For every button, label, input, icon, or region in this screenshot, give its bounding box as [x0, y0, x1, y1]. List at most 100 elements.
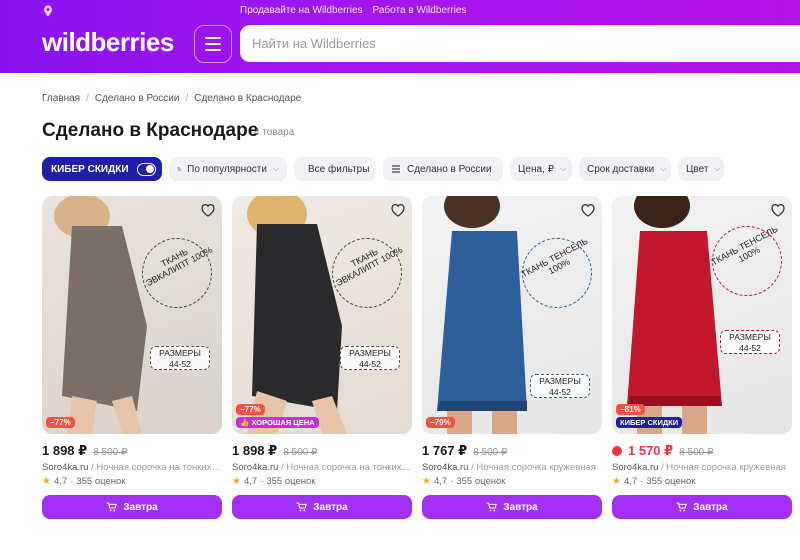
reviews-count: 355 оценок — [266, 476, 316, 487]
sizes-value: 44-52 — [739, 343, 761, 353]
cart-icon — [296, 502, 308, 512]
breadcrumb-made-in-russia[interactable]: Сделано в России — [95, 93, 180, 104]
rating-value: 4,7 — [53, 476, 68, 487]
add-to-cart-label: Завтра — [693, 501, 728, 513]
add-to-cart-label: Завтра — [503, 501, 538, 513]
search-input[interactable] — [240, 25, 800, 62]
cyber-discounts-toggle[interactable]: КИБЕР СКИДКИ — [42, 157, 162, 181]
rating-value: 4,7 — [243, 476, 258, 487]
sort-label: По популярности — [187, 163, 267, 175]
badges: −77% 👍 ХОРОШАЯ ЦЕНА — [236, 404, 319, 428]
product-photo[interactable]: ТКАНЬ ТЕНСЕЛЬ 100% РАЗМЕРЫ 44-52 −81% КИ… — [612, 196, 792, 434]
old-price: 8 500 ₽ — [679, 447, 714, 458]
product-title: / Ночная сорочка кружевная — [661, 462, 786, 473]
sell-link[interactable]: Продавайте на Wildberries — [240, 5, 363, 16]
discount-badge: −77% — [236, 404, 265, 415]
badges: −79% — [426, 417, 455, 428]
product-card[interactable]: ТКАНЬ ТЕНСЕЛЬ 100% РАЗМЕРЫ 44-52 −81% КИ… — [612, 196, 792, 519]
cyber-discounts-label: КИБЕР СКИДКИ — [51, 163, 129, 175]
product-photo[interactable]: ТКАНЬ ЭВКАЛИПТ 100% РАЗМЕРЫ 44-52 −77% 👍… — [232, 196, 412, 434]
heart-icon[interactable] — [390, 202, 406, 218]
sort-icon — [177, 167, 181, 171]
product-name[interactable]: Soro4ka.ru / Ночная сорочка кружевная — [422, 462, 602, 473]
price: 1 570 ₽ — [628, 443, 674, 458]
made-in-russia-dropdown[interactable]: Сделано в России — [383, 157, 503, 181]
rating-value: 4,7 — [623, 476, 638, 487]
chevron-down-icon: ⌵ — [660, 164, 667, 173]
all-filters-button[interactable]: Все фильтры — [294, 157, 376, 181]
top-links: Продавайте на Wildberries Работа в Wildb… — [240, 5, 466, 16]
menu-burger-button[interactable] — [194, 25, 232, 63]
sizes-label: РАЗМЕРЫ — [349, 348, 391, 358]
add-to-cart-button[interactable]: Завтра — [232, 495, 412, 519]
rating-dot: · — [260, 476, 264, 487]
product-photo[interactable]: ТКАНЬ ЭВКАЛИПТ 100% РАЗМЕРЫ 44-52 −77% — [42, 196, 222, 434]
add-to-cart-button[interactable]: Завтра — [612, 495, 792, 519]
product-count: 4 товара — [254, 127, 295, 138]
location-pin-icon[interactable] — [43, 5, 53, 17]
heart-icon[interactable] — [580, 202, 596, 218]
sizes-label: РАЗМЕРЫ — [159, 348, 201, 358]
badges: −81% КИБЕР СКИДКИ — [616, 404, 683, 428]
page-title: Сделано в Краснодаре — [42, 120, 259, 141]
sizes-box: РАЗМЕРЫ 44-52 — [150, 346, 210, 370]
heart-icon[interactable] — [200, 202, 216, 218]
discount-badge: −79% — [426, 417, 455, 428]
product-card[interactable]: ТКАНЬ ЭВКАЛИПТ 100% РАЗМЕРЫ 44-52 −77% 1… — [42, 196, 222, 519]
product-photo[interactable]: ТКАНЬ ТЕНСЕЛЬ 100% РАЗМЕРЫ 44-52 −79% — [422, 196, 602, 434]
toggle-switch-icon[interactable] — [136, 162, 156, 176]
burger-line — [205, 43, 221, 45]
product-title: / Ночная сорочка кружевная — [471, 462, 596, 473]
add-to-cart-button[interactable]: Завтра — [422, 495, 602, 519]
thumbs-up-icon: 👍 — [240, 418, 250, 427]
header: Продавайте на Wildberries Работа в Wildb… — [0, 0, 800, 73]
product-name[interactable]: Soro4ka.ru / Ночная сорочка на тонких бр… — [232, 462, 412, 473]
old-price: 8 500 ₽ — [283, 447, 318, 458]
jobs-link[interactable]: Работа в Wildberries — [373, 5, 467, 16]
product-title: / Ночная сорочка на тонких бретелях — [281, 462, 412, 473]
breadcrumb-home[interactable]: Главная — [42, 93, 80, 104]
price-row: 1 570 ₽ 8 500 ₽ — [612, 443, 792, 459]
add-to-cart-button[interactable]: Завтра — [42, 495, 222, 519]
add-to-cart-label: Завтра — [313, 501, 348, 513]
brand: Soro4ka.ru — [612, 462, 659, 473]
sizes-label: РАЗМЕРЫ — [539, 376, 581, 386]
badges: −77% — [46, 417, 75, 428]
cart-icon — [106, 502, 118, 512]
sizes-box: РАЗМЕРЫ 44-52 — [720, 330, 780, 354]
heart-icon[interactable] — [770, 202, 786, 218]
star-icon: ★ — [42, 476, 51, 487]
all-filters-label: Все фильтры — [308, 163, 370, 175]
product-name[interactable]: Soro4ka.ru / Ночная сорочка на тонких бр… — [42, 462, 222, 473]
sizes-box: РАЗМЕРЫ 44-52 — [340, 346, 400, 370]
burger-line — [205, 37, 221, 39]
logo[interactable]: wildberries — [42, 27, 174, 58]
rating-dot: · — [640, 476, 644, 487]
product-name[interactable]: Soro4ka.ru / Ночная сорочка кружевная — [612, 462, 792, 473]
sizes-value: 44-52 — [169, 359, 191, 369]
rating-dot: · — [450, 476, 454, 487]
price-dropdown[interactable]: Цена, ₽ ⌵ — [510, 157, 572, 181]
sizes-value: 44-52 — [359, 359, 381, 369]
color-label: Цвет — [686, 163, 709, 175]
good-price-badge: 👍 ХОРОШАЯ ЦЕНА — [236, 417, 319, 428]
product-card[interactable]: ТКАНЬ ЭВКАЛИПТ 100% РАЗМЕРЫ 44-52 −77% 👍… — [232, 196, 412, 519]
product-title: / Ночная сорочка на тонких бретелях — [91, 462, 222, 473]
brand: Soro4ka.ru — [422, 462, 469, 473]
chevron-down-icon: ⌵ — [714, 164, 721, 173]
sizes-value: 44-52 — [549, 387, 571, 397]
price-row: 1 898 ₽ 8 500 ₽ — [232, 443, 412, 459]
delivery-dropdown[interactable]: Срок доставки ⌵ — [579, 157, 671, 181]
product-card[interactable]: ТКАНЬ ТЕНСЕЛЬ 100% РАЗМЕРЫ 44-52 −79% 1 … — [422, 196, 602, 519]
sizes-label: РАЗМЕРЫ — [729, 332, 771, 342]
color-dropdown[interactable]: Цвет ⌵ — [678, 157, 724, 181]
chevron-down-icon: ⌵ — [559, 164, 567, 173]
breadcrumb-current[interactable]: Сделано в Краснодаре — [194, 93, 301, 104]
breadcrumb: Главная / Сделано в России / Сделано в К… — [42, 93, 301, 104]
sort-dropdown[interactable]: По популярности ⌵ — [169, 157, 287, 181]
nightgown-image — [437, 196, 527, 434]
filter-bar: КИБЕР СКИДКИ По популярности ⌵ Все фильт… — [42, 157, 724, 181]
reviews-count: 355 оценок — [76, 476, 126, 487]
star-icon: ★ — [422, 476, 431, 487]
rating-dot: · — [70, 476, 74, 487]
